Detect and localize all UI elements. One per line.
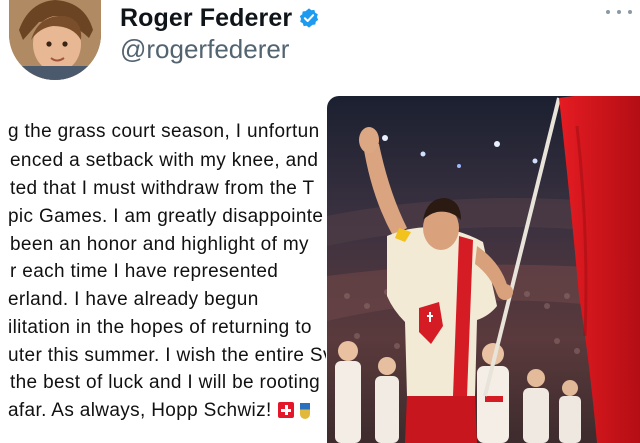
tweet-line: uter this summer. I wish the entire Sv — [8, 345, 326, 366]
avatar[interactable] — [9, 0, 101, 80]
dot — [606, 10, 610, 14]
tweet-line: enced a setback with my knee, and — [10, 150, 319, 171]
verified-badge-icon — [300, 8, 319, 28]
display-name[interactable]: Roger Federer — [120, 4, 292, 33]
tweet-line: been an honor and highlight of my — [10, 234, 309, 255]
swiss-flag-emoji — [277, 402, 294, 418]
child-portrait-avatar-icon — [9, 0, 101, 80]
tweet-line: erland. I have already begun — [8, 289, 259, 310]
flag-bearer-stadium-photo-icon — [327, 96, 640, 443]
tweet-photo[interactable] — [327, 96, 640, 443]
user-handle[interactable]: @rogerfederer — [120, 34, 289, 65]
tweet-line: ted that I must withdraw from the T — [10, 178, 315, 199]
dot — [617, 10, 621, 14]
tweet-line: afar. As always, Hopp Schwiz! — [8, 398, 310, 424]
tweet-line-text: afar. As always, Hopp Schwiz! — [8, 400, 272, 421]
medal-emoji — [299, 403, 310, 419]
tweet-line: g the grass court season, I unfortun — [8, 121, 320, 142]
tweet-text: g the grass court season, I unfortun enc… — [0, 116, 326, 443]
tweet-line: pic Games. I am greatly disappointe — [8, 206, 324, 227]
tweet-line: the best of luck and I will be rooting — [10, 372, 321, 393]
tweet-line: r each time I have represented — [10, 261, 279, 282]
more-options-icon[interactable] — [606, 6, 632, 18]
tweet-line: ilitation in the hopes of returning to — [8, 317, 312, 338]
dot — [628, 10, 632, 14]
